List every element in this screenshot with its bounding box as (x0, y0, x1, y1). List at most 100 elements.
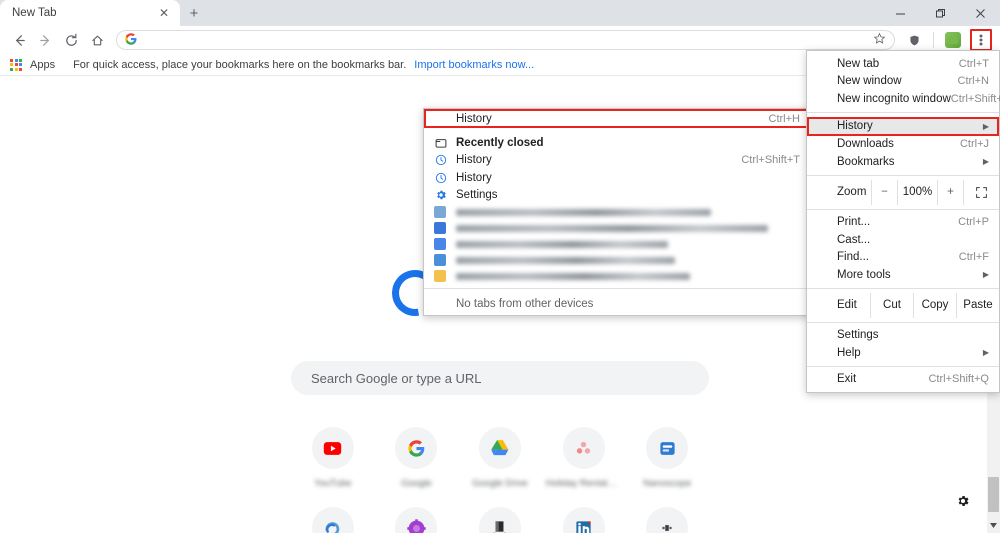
menu-item-bookmarks[interactable]: Bookmarks ▶ (807, 153, 999, 171)
youtube-icon (311, 427, 354, 469)
shortcut-tile[interactable]: Subscription ... (291, 507, 375, 533)
menu-item-history-2[interactable]: History (424, 169, 810, 187)
paste-button[interactable]: Paste (956, 292, 999, 318)
maximize-icon[interactable] (920, 0, 960, 26)
menu-item-cast[interactable]: Cast... (807, 231, 999, 249)
menu-item-new-tab[interactable]: New tab Ctrl+T (807, 55, 999, 73)
menu-item-accel: Ctrl+J (959, 138, 989, 151)
chevron-right-icon: ▶ (982, 157, 989, 167)
menu-separator (424, 288, 810, 289)
scrollbar-thumb[interactable] (988, 477, 999, 512)
no-tabs-message: No tabs from other devices (456, 298, 594, 310)
back-icon[interactable] (6, 27, 32, 53)
menu-item-recently-closed[interactable]: Recently closed (424, 134, 810, 152)
shortcut-tile[interactable]: Amazon.com ... (458, 507, 542, 533)
blue-site-icon (646, 427, 689, 469)
history-entry[interactable] (424, 220, 810, 236)
edit-label: Edit (837, 299, 857, 311)
menu-item-new-incognito-window[interactable]: New incognito window Ctrl+Shift+N (807, 90, 1000, 108)
menu-item-label: Cast... (837, 233, 871, 246)
menu-item-label: History (456, 154, 492, 167)
menu-item-accel: Ctrl+Shift+Q (928, 373, 989, 386)
menu-item-history-1[interactable]: History Ctrl+Shift+T (424, 152, 810, 170)
grey-site-icon (646, 507, 689, 533)
fullscreen-icon[interactable] (963, 179, 999, 205)
search-input[interactable]: Search Google or type a URL (291, 361, 709, 395)
shortcut-tile[interactable]: Linkedin (542, 507, 626, 533)
menu-item-more-tools[interactable]: More tools ▶ (807, 266, 999, 284)
new-tab-button[interactable]: + (180, 0, 208, 26)
forward-icon[interactable] (32, 27, 58, 53)
history-entry[interactable] (424, 236, 810, 252)
zoom-level-value: 100% (897, 179, 937, 205)
search-placeholder: Search Google or type a URL (311, 370, 482, 386)
menu-item-label: New window (837, 75, 902, 88)
menu-item-label: Exit (837, 373, 857, 386)
menu-item-settings[interactable]: Settings (807, 327, 999, 345)
ntp-settings-gear-icon[interactable] (956, 494, 970, 513)
close-icon[interactable]: ✕ (156, 5, 172, 21)
menu-item-help[interactable]: Help ▶ (807, 344, 999, 362)
menu-item-label: Settings (837, 329, 879, 342)
tab-title: New Tab (12, 7, 57, 19)
window-icon (434, 136, 448, 150)
menu-item-label: Downloads (837, 138, 894, 151)
scroll-down-icon[interactable] (987, 517, 1000, 533)
history-entry[interactable] (424, 268, 810, 284)
copy-button[interactable]: Copy (913, 292, 956, 318)
menu-item-print[interactable]: Print... Ctrl+P (807, 214, 999, 232)
favicon (434, 254, 446, 266)
minimize-icon[interactable] (880, 0, 920, 26)
chevron-right-icon: ▶ (982, 348, 989, 358)
menu-item-accel: Ctrl+Shift+N (950, 92, 1000, 105)
menu-item-label: Bookmarks (837, 155, 895, 168)
tile-label: Google Drive (472, 478, 528, 489)
menu-item-accel: Ctrl+Shift+T (741, 154, 800, 167)
history-entry-title (456, 272, 690, 280)
menu-item-history[interactable]: History ▶ (807, 116, 999, 136)
bookmark-star-icon[interactable] (873, 32, 886, 48)
google-drive-icon (478, 427, 521, 469)
reload-icon[interactable] (58, 27, 84, 53)
favicon (434, 270, 446, 282)
apps-grid-icon[interactable] (10, 58, 22, 71)
menu-item-find[interactable]: Find... Ctrl+F (807, 249, 999, 267)
menu-item-accel: Ctrl+T (958, 57, 989, 70)
menu-item-label: History (837, 120, 873, 132)
home-icon[interactable] (84, 27, 110, 53)
cut-button[interactable]: Cut (870, 292, 913, 318)
menu-item-exit[interactable]: Exit Ctrl+Shift+Q (807, 371, 999, 389)
zoom-out-button[interactable]: − (871, 179, 897, 205)
menu-item-settings[interactable]: Settings (424, 187, 810, 205)
browser-tab[interactable]: New Tab ✕ (0, 0, 180, 26)
shortcut-tile[interactable]: Adapter map ... (375, 507, 459, 533)
shortcut-tile[interactable]: Holiday Rentals ... (542, 427, 626, 489)
menu-item-new-window[interactable]: New window Ctrl+N (807, 73, 999, 91)
address-bar[interactable] (116, 30, 895, 50)
window-controls (880, 0, 1000, 26)
import-bookmarks-link[interactable]: Import bookmarks now... (414, 59, 534, 71)
menu-item-label: Help (837, 346, 861, 359)
history-entry[interactable] (424, 204, 810, 220)
menu-separator (807, 365, 999, 367)
shortcut-tile[interactable]: Hornet.net (625, 507, 709, 533)
history-entry-title (456, 208, 711, 216)
history-entry-title (456, 256, 676, 264)
three-dot-icon[interactable] (970, 29, 992, 51)
shortcut-tile[interactable]: Nanoscope (625, 427, 709, 489)
shortcut-tiles: YouTube Google Google Drive Holiday Rent… (291, 427, 709, 533)
history-entry[interactable] (424, 252, 810, 268)
blue-swirl-icon (311, 507, 354, 533)
menu-item-label: History (456, 171, 492, 184)
apps-shortcut-label[interactable]: Apps (30, 59, 55, 71)
zoom-in-button[interactable]: + (937, 179, 963, 205)
shortcut-tile[interactable]: Google (375, 427, 459, 489)
menu-item-accel: Ctrl+P (958, 216, 989, 229)
chrome-main-menu: New tab Ctrl+T New window Ctrl+N New inc… (806, 50, 1000, 393)
close-window-icon[interactable] (960, 0, 1000, 26)
menu-separator (807, 321, 999, 323)
submenu-history-header[interactable]: History Ctrl+H (424, 109, 810, 128)
shortcut-tile[interactable]: Google Drive (458, 427, 542, 489)
menu-item-downloads[interactable]: Downloads Ctrl+J (807, 136, 999, 154)
shortcut-tile[interactable]: YouTube (291, 427, 375, 489)
